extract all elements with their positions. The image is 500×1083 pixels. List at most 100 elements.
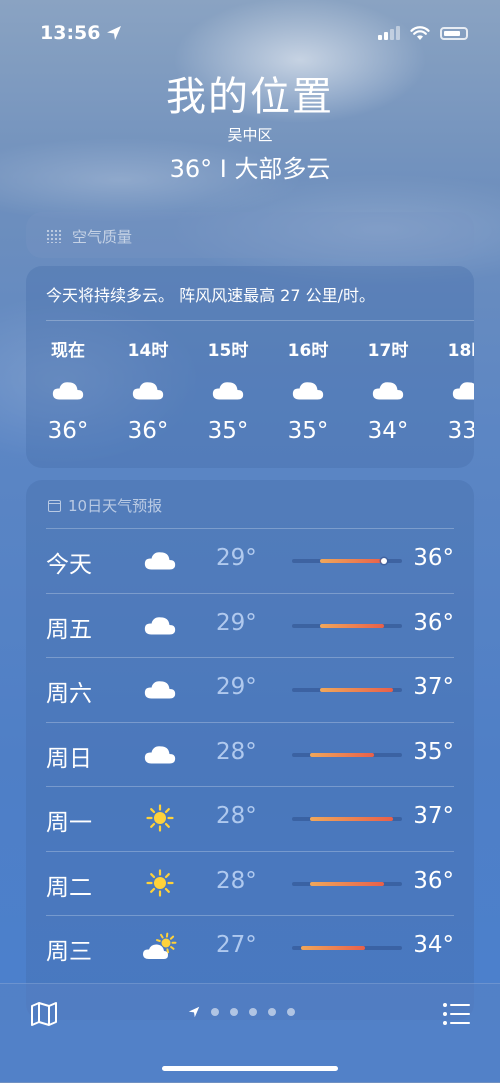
temp-range-bar	[320, 624, 384, 628]
forecast-title: 10日天气预报	[68, 495, 162, 516]
hour-label: 16时	[278, 336, 338, 360]
city-name: 我的位置	[0, 72, 500, 122]
sun-icon	[140, 866, 180, 900]
calendar-icon	[48, 500, 61, 512]
low-temp: 29°	[216, 545, 257, 571]
current-temp-marker	[381, 558, 387, 564]
forecast-row: 周三27°34°	[46, 915, 454, 980]
page-dot[interactable]	[287, 1008, 295, 1016]
hour-label: 现在	[38, 336, 98, 360]
high-temp: 36°	[413, 545, 454, 571]
air-quality-label: 空气质量	[72, 226, 132, 247]
hour-temp: 35°	[278, 418, 338, 444]
day-label: 周一	[46, 803, 92, 837]
hourly-item: 16时 35°	[278, 336, 338, 444]
hour-temp: 34°	[358, 418, 418, 444]
hour-temp: 36°	[38, 418, 98, 444]
list-icon[interactable]	[442, 1002, 470, 1026]
temp-range-track	[292, 753, 402, 757]
low-temp: 29°	[216, 674, 257, 700]
temp-range-bar	[320, 559, 384, 563]
weather-summary: 今天将持续多云。 阵风风速最高 27 公里/时。	[46, 282, 375, 306]
cloud-icon	[140, 543, 180, 577]
page-dot[interactable]	[211, 1008, 219, 1016]
temp-range-bar	[301, 946, 365, 950]
high-temp: 35°	[413, 739, 454, 765]
hour-temp: 36°	[118, 418, 178, 444]
temp-range-track	[292, 559, 402, 563]
hour-label: 17时	[358, 336, 418, 360]
forecast-row: 周二 28° 36°	[46, 851, 454, 916]
daily-forecast-card[interactable]: 10日天气预报 今天 29° 36° 周五 29° 36° 周六 29° 37° 周日 28° 35°…	[26, 480, 474, 1020]
temp-range-bar	[310, 817, 393, 821]
forecast-row: 周一 28° 37°	[46, 786, 454, 851]
hourly-item: 18时 33°	[438, 336, 474, 444]
temp-range-track	[292, 688, 402, 692]
high-temp: 36°	[413, 610, 454, 636]
day-label: 周二	[46, 868, 92, 902]
cloud-icon	[140, 737, 180, 771]
high-temp: 34°	[413, 932, 454, 958]
temp-range-bar	[310, 882, 383, 886]
temp-range-track	[292, 817, 402, 821]
location-header: 我的位置 吴中区 36° I 大部多云	[0, 72, 500, 184]
status-time: 13:56	[40, 22, 100, 44]
high-temp: 37°	[413, 803, 454, 829]
cloud-icon	[140, 672, 180, 706]
low-temp: 29°	[216, 610, 257, 636]
day-label: 周五	[46, 610, 92, 644]
cloud-icon	[438, 370, 474, 410]
day-label: 周六	[46, 674, 92, 708]
cloud-icon	[38, 370, 98, 410]
location-arrow-icon	[106, 25, 122, 41]
sun-icon	[140, 801, 180, 835]
page-dot[interactable]	[249, 1008, 257, 1016]
cloud-icon	[198, 370, 258, 410]
cloud-icon	[358, 370, 418, 410]
forecast-row: 周六29°37°	[46, 657, 454, 722]
forecast-row: 今天 29° 36°	[46, 528, 454, 593]
hour-temp: 33°	[438, 418, 474, 444]
battery-icon	[440, 27, 468, 40]
page-dot[interactable]	[230, 1008, 238, 1016]
partly-sunny-icon	[140, 930, 180, 964]
air-quality-icon	[46, 229, 62, 243]
day-label: 周日	[46, 739, 92, 773]
location-arrow-icon	[188, 1006, 200, 1018]
home-indicator	[162, 1066, 338, 1071]
forecast-row: 周日 28° 35°	[46, 722, 454, 787]
status-bar: 13:56	[40, 20, 468, 46]
day-label: 今天	[46, 545, 92, 579]
low-temp: 28°	[216, 868, 257, 894]
low-temp: 28°	[216, 739, 257, 765]
day-label: 周三	[46, 932, 92, 966]
hour-temp: 35°	[198, 418, 258, 444]
cellular-signal-icon	[378, 26, 400, 40]
forecast-row: 周五 29° 36°	[46, 593, 454, 658]
divider	[46, 320, 474, 321]
hourly-item: 17时 34°	[358, 336, 418, 444]
cloud-icon	[118, 370, 178, 410]
temp-range-track	[292, 946, 402, 950]
temp-range-track	[292, 624, 402, 628]
map-icon[interactable]	[30, 1001, 58, 1027]
cloud-icon	[140, 608, 180, 642]
hourly-forecast-card[interactable]: 今天将持续多云。 阵风风速最高 27 公里/时。 现在36°14时36°15时3…	[26, 266, 474, 468]
temp-range-track	[292, 882, 402, 886]
wifi-icon	[410, 26, 430, 41]
district-name: 吴中区	[0, 124, 500, 145]
hourly-item: 现在 36°	[38, 336, 98, 444]
air-quality-card[interactable]: 空气质量	[26, 212, 474, 258]
hourly-item: 15时 35°	[198, 336, 258, 444]
hourly-item: 14时36°	[118, 336, 178, 444]
forecast-header: 10日天气预报	[48, 495, 162, 516]
bottom-toolbar	[0, 983, 500, 1083]
page-dot[interactable]	[268, 1008, 276, 1016]
hour-label: 15时	[198, 336, 258, 360]
low-temp: 28°	[216, 803, 257, 829]
high-temp: 36°	[413, 868, 454, 894]
current-condition: 36° I 大部多云	[0, 149, 500, 184]
temp-range-bar	[310, 753, 374, 757]
page-indicator[interactable]	[188, 1006, 295, 1018]
hour-label: 18时	[438, 336, 474, 360]
